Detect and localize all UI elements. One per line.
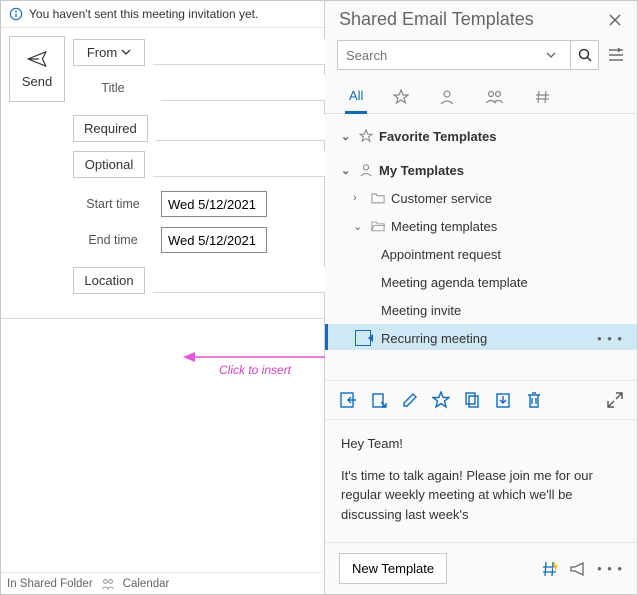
status-bar: In Shared Folder Calendar — [1, 572, 325, 594]
copy-button[interactable] — [463, 391, 481, 409]
tab-team[interactable] — [481, 83, 509, 113]
title-label: Title — [73, 81, 153, 95]
optional-button[interactable]: Optional — [73, 151, 145, 178]
from-button[interactable]: From — [73, 39, 145, 66]
hash-icon — [535, 89, 551, 105]
tab-favorites[interactable] — [389, 83, 413, 113]
more-icon[interactable]: • • • — [597, 561, 623, 576]
flash-hash-icon[interactable] — [541, 560, 559, 578]
template-more-button[interactable]: • • • — [591, 331, 629, 346]
settings-icon[interactable] — [607, 47, 625, 63]
folder-open-icon — [371, 220, 385, 232]
template-tree: ⌄ Favorite Templates ⌄ My Templates › Cu… — [325, 114, 637, 350]
person-icon — [359, 163, 373, 177]
search-box[interactable] — [337, 40, 599, 70]
tabs-row: All — [325, 76, 637, 114]
start-time-field[interactable] — [161, 191, 267, 217]
edit-paste-button[interactable] — [370, 391, 388, 409]
panel-footer: New Template • • • — [325, 542, 637, 594]
click-insert-hint: Click to insert — [219, 363, 291, 377]
template-invite[interactable]: Meeting invite — [325, 296, 637, 324]
search-dropdown[interactable] — [546, 51, 570, 59]
info-bar: You haven't sent this meeting invitation… — [1, 1, 324, 28]
location-field[interactable] — [153, 267, 345, 293]
person-icon — [439, 89, 455, 105]
template-recurring[interactable]: Recurring meeting • • • — [325, 324, 637, 350]
tree-favorites[interactable]: ⌄ Favorite Templates — [325, 122, 637, 150]
required-field[interactable] — [156, 115, 345, 141]
from-field[interactable] — [153, 39, 345, 65]
chevron-down-icon: ⌄ — [353, 220, 365, 233]
chevron-down-icon: ⌄ — [341, 164, 353, 177]
title-field[interactable] — [161, 75, 345, 101]
start-time-label: Start time — [73, 197, 153, 211]
end-time-field[interactable] — [161, 227, 267, 253]
tree-meeting-templates[interactable]: ⌄ Meeting templates — [325, 212, 637, 240]
tree-customer-service[interactable]: › Customer service — [325, 184, 637, 212]
panel-title: Shared Email Templates — [339, 9, 534, 30]
info-text: You haven't sent this meeting invitation… — [29, 7, 258, 21]
people-icon — [485, 89, 505, 105]
optional-field[interactable] — [153, 151, 345, 177]
close-button[interactable] — [605, 10, 625, 30]
delete-button[interactable] — [525, 391, 543, 409]
end-time-label: End time — [73, 233, 153, 247]
insert-icon — [355, 330, 371, 346]
import-button[interactable] — [494, 391, 512, 409]
chevron-right-icon: › — [353, 192, 365, 204]
expand-button[interactable] — [607, 392, 623, 408]
body-separator — [1, 318, 324, 319]
send-icon — [26, 50, 48, 68]
insert-button[interactable] — [339, 391, 357, 409]
template-toolbar — [325, 380, 637, 420]
preview-p2: It's time to talk again! Please join me … — [341, 466, 621, 525]
search-input[interactable] — [338, 48, 546, 63]
meeting-compose-pane: You haven't sent this meeting invitation… — [1, 1, 325, 594]
search-button[interactable] — [570, 41, 598, 69]
template-preview: Hey Team! It's time to talk again! Pleas… — [325, 420, 637, 542]
new-template-button[interactable]: New Template — [339, 553, 447, 584]
tab-personal[interactable] — [435, 83, 459, 113]
template-appointment[interactable]: Appointment request — [325, 240, 637, 268]
send-button[interactable]: Send — [9, 36, 65, 102]
tab-hash[interactable] — [531, 83, 555, 113]
info-icon — [9, 7, 23, 21]
star-icon — [359, 129, 373, 143]
announce-icon[interactable] — [569, 561, 587, 577]
status-folder: In Shared Folder — [7, 578, 93, 590]
favorite-button[interactable] — [432, 391, 450, 409]
location-button[interactable]: Location — [73, 267, 145, 294]
chevron-down-icon: ⌄ — [341, 130, 353, 143]
star-icon — [393, 89, 409, 105]
send-label: Send — [22, 74, 52, 89]
edit-button[interactable] — [401, 391, 419, 409]
status-calendar: Calendar — [123, 578, 170, 590]
insert-arrow — [183, 351, 333, 363]
template-agenda[interactable]: Meeting agenda template — [325, 268, 637, 296]
people-icon — [101, 578, 115, 590]
tree-mytemplates[interactable]: ⌄ My Templates — [325, 156, 637, 184]
chevron-down-icon — [121, 48, 131, 56]
required-button[interactable]: Required — [73, 115, 148, 142]
preview-p1: Hey Team! — [341, 434, 621, 454]
templates-panel: Shared Email Templates All — [325, 1, 637, 594]
tab-all[interactable]: All — [345, 82, 367, 114]
folder-icon — [371, 192, 385, 204]
